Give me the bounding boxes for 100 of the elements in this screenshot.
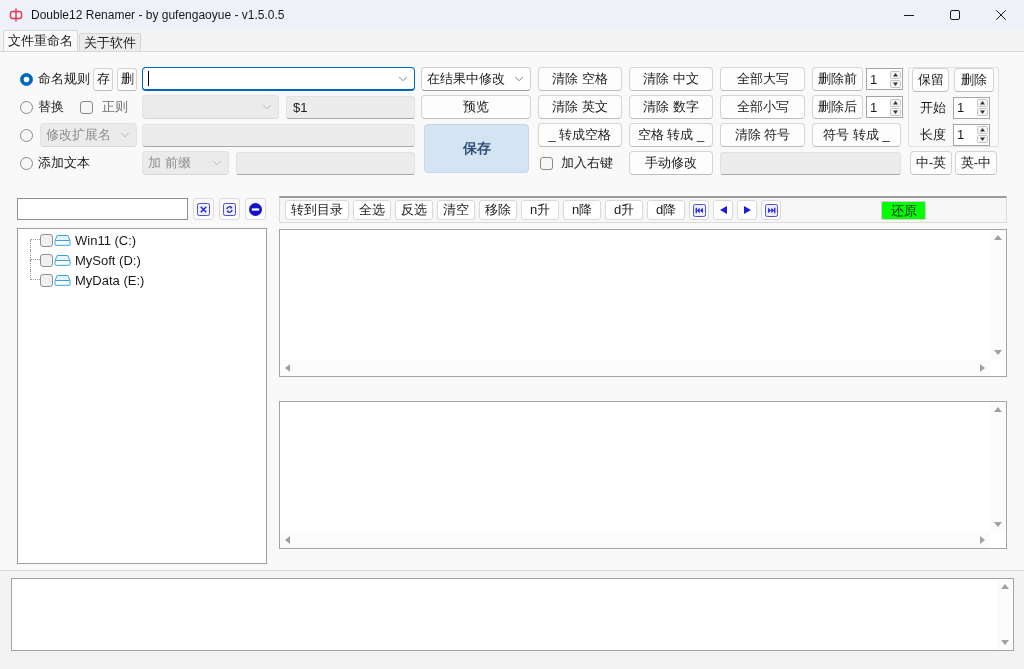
app-logo-icon <box>9 8 23 22</box>
scroll-left-icon[interactable] <box>285 536 290 544</box>
toolbar-button[interactable]: 反选 <box>395 200 433 220</box>
toolbar-button[interactable]: d升 <box>605 200 643 220</box>
number-spinner[interactable]: 1 <box>953 123 990 146</box>
preview-button[interactable]: 预览 <box>421 95 531 119</box>
radio-label[interactable]: 添加文本 <box>38 154 90 172</box>
radio-button[interactable] <box>20 156 33 170</box>
scroll-down-icon[interactable] <box>1001 640 1009 645</box>
previous-button[interactable] <box>713 200 733 220</box>
spin-up-icon[interactable] <box>889 70 901 79</box>
toolbar-button[interactable]: 全选 <box>353 200 391 220</box>
radio-button[interactable] <box>20 128 33 142</box>
toolbar-button[interactable]: 转到目录 <box>285 200 349 220</box>
vertical-scrollbar[interactable] <box>990 230 1006 360</box>
tab[interactable]: 文件重命名 <box>3 30 78 51</box>
spin-down-icon[interactable] <box>889 107 901 116</box>
log-text-area[interactable] <box>11 578 1014 651</box>
spin-down-icon[interactable] <box>976 108 988 116</box>
checkbox[interactable] <box>40 233 53 247</box>
radio-button[interactable] <box>20 72 33 86</box>
scroll-down-icon[interactable] <box>994 522 1002 527</box>
drive-icon <box>54 254 71 266</box>
left-triangle-icon <box>719 206 727 214</box>
keep-button[interactable]: 保留 <box>912 68 949 92</box>
rule-combobox[interactable] <box>142 67 415 91</box>
save-button[interactable]: 保存 <box>424 124 529 173</box>
first-button[interactable] <box>689 200 709 220</box>
number-spinner[interactable]: 1 <box>866 96 903 118</box>
target-dropdown[interactable]: 在结果中修改 <box>421 67 531 91</box>
action-button[interactable]: 清除 符号 <box>720 123 805 147</box>
filter-input[interactable] <box>17 198 188 220</box>
scroll-up-icon[interactable] <box>994 235 1002 240</box>
remove-button[interactable]: 删除 <box>954 68 994 92</box>
spin-up-icon[interactable] <box>889 98 901 107</box>
number-spinner[interactable]: 1 <box>866 68 903 90</box>
checkbox-label[interactable]: 正则 <box>102 98 128 116</box>
drive-icon <box>54 234 71 246</box>
next-button[interactable] <box>737 200 757 220</box>
last-button[interactable] <box>761 200 781 220</box>
spin-up-icon[interactable] <box>976 126 988 134</box>
scroll-down-icon[interactable] <box>994 350 1002 355</box>
radio-button[interactable] <box>20 100 33 114</box>
vertical-scrollbar[interactable] <box>997 579 1013 650</box>
action-button[interactable]: 清除 中文 <box>629 67 713 91</box>
translate-button[interactable]: 英-中 <box>955 151 997 175</box>
checkbox-label[interactable]: 加入右键 <box>561 154 613 172</box>
toolbar-button[interactable]: n降 <box>563 200 601 220</box>
radio-label[interactable]: 命名规则 <box>38 70 90 88</box>
refresh-button[interactable] <box>219 198 240 220</box>
toolbar-button[interactable]: 移除 <box>479 200 517 220</box>
clear-filter-button[interactable] <box>193 198 214 220</box>
vertical-scrollbar[interactable] <box>990 402 1006 532</box>
scroll-up-icon[interactable] <box>1001 584 1009 589</box>
maximize-icon <box>950 10 960 20</box>
spin-down-icon[interactable] <box>976 135 988 143</box>
action-button[interactable]: 符号 转成 _ <box>812 123 901 147</box>
right-triangle-icon <box>743 206 751 214</box>
checkbox[interactable] <box>80 100 93 114</box>
translate-button[interactable]: 中-英 <box>910 151 952 175</box>
tree-item-label[interactable]: Win11 (C:) <box>75 232 137 248</box>
horizontal-scrollbar[interactable] <box>280 360 990 376</box>
action-button[interactable]: 清除 数字 <box>629 95 713 119</box>
horizontal-scrollbar[interactable] <box>280 532 990 548</box>
spin-down-icon[interactable] <box>889 79 901 88</box>
checkbox[interactable] <box>40 253 53 267</box>
trim-button[interactable]: 删除前 <box>812 67 863 91</box>
checkbox[interactable] <box>40 273 53 287</box>
radio-label[interactable]: 替换 <box>38 98 64 116</box>
save-rule-button[interactable]: 存 <box>93 67 113 91</box>
spin-up-icon[interactable] <box>976 99 988 107</box>
toolbar-button[interactable]: d降 <box>647 200 685 220</box>
tree-item-label[interactable]: MyData (E:) <box>75 272 145 288</box>
skip-back-icon <box>692 203 706 217</box>
scroll-right-icon[interactable] <box>980 364 985 372</box>
trim-button[interactable]: 删除后 <box>812 95 863 119</box>
action-button[interactable]: 全部小写 <box>720 95 805 119</box>
action-button[interactable]: 空格 转成 _ <box>629 123 713 147</box>
scroll-right-icon[interactable] <box>980 536 985 544</box>
toolbar-button[interactable]: 清空 <box>437 200 475 220</box>
minimize-icon <box>904 14 914 16</box>
action-button[interactable]: 全部大写 <box>720 67 805 91</box>
text-caret-icon <box>148 71 149 86</box>
scroll-up-icon[interactable] <box>994 407 1002 412</box>
refresh-icon <box>223 202 236 216</box>
action-button[interactable]: 清除 空格 <box>538 67 622 91</box>
action-button[interactable]: _ 转成空格 <box>538 123 622 147</box>
minus-circle-icon <box>249 202 262 216</box>
tab[interactable]: 关于软件 <box>79 33 141 51</box>
delete-rule-button[interactable]: 删 <box>117 67 137 91</box>
tree-item-label[interactable]: MySoft (D:) <box>75 252 141 268</box>
spinner-label: 长度 <box>920 125 946 144</box>
action-button[interactable]: 清除 英文 <box>538 95 622 119</box>
remove-button[interactable] <box>245 198 266 220</box>
scroll-left-icon[interactable] <box>285 364 290 372</box>
number-spinner[interactable]: 1 <box>953 96 990 119</box>
manual-edit-button[interactable]: 手动修改 <box>629 151 713 175</box>
restore-button[interactable]: 还原 <box>881 200 926 220</box>
checkbox[interactable] <box>540 156 553 170</box>
toolbar-button[interactable]: n升 <box>521 200 559 220</box>
